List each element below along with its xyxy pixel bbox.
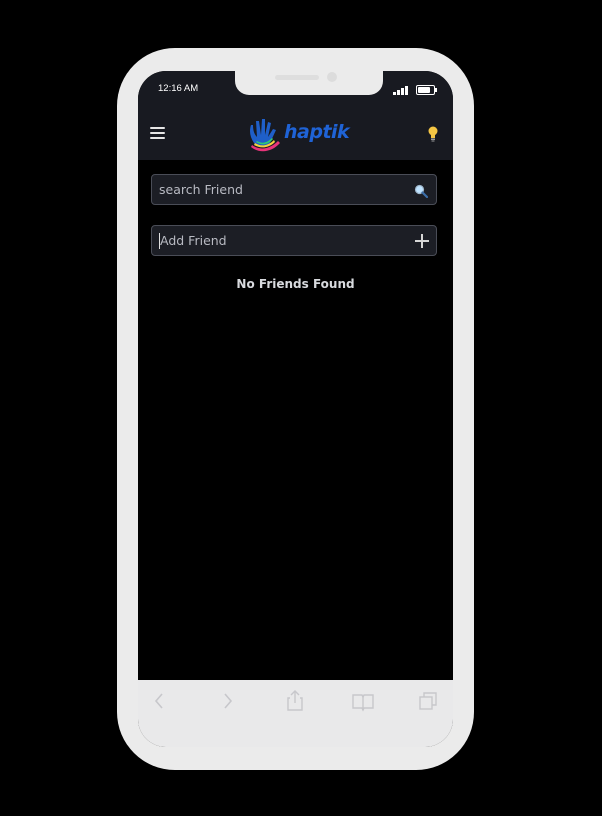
hand-logo-icon xyxy=(250,119,280,152)
app-header: haptik xyxy=(138,107,453,160)
back-icon[interactable] xyxy=(147,688,173,714)
forward-icon[interactable] xyxy=(215,688,241,714)
hamburger-menu-icon[interactable] xyxy=(150,127,166,141)
speaker-grille xyxy=(275,75,319,80)
battery-icon xyxy=(416,85,437,95)
add-friend-field xyxy=(151,225,437,256)
share-icon[interactable] xyxy=(282,688,308,714)
bookmarks-icon[interactable] xyxy=(350,688,376,714)
search-friend-field xyxy=(151,174,437,205)
search-friend-input[interactable] xyxy=(159,175,399,204)
status-bar: 12:16 AM xyxy=(138,71,453,107)
empty-friends-message: No Friends Found xyxy=(236,277,355,291)
status-time: 12:16 AM xyxy=(158,83,199,94)
cellular-signal-icon xyxy=(393,85,409,95)
phone-notch xyxy=(235,71,383,95)
friends-content: No Friends Found xyxy=(138,160,453,680)
phone-frame: 12:16 AM haptik search Friend Add Friend… xyxy=(117,48,474,770)
phone-screen: 12:16 AM haptik search Friend Add Friend… xyxy=(138,71,453,747)
browser-toolbar xyxy=(138,680,453,747)
logo-wordmark: haptik xyxy=(284,121,350,143)
haptik-logo[interactable]: haptik xyxy=(246,117,358,153)
magnifier-icon[interactable] xyxy=(414,183,429,199)
tabs-icon[interactable] xyxy=(415,688,441,714)
add-friend-input[interactable] xyxy=(160,226,400,255)
plus-icon[interactable] xyxy=(415,234,429,248)
front-camera xyxy=(327,72,337,82)
lightbulb-icon[interactable] xyxy=(428,126,438,142)
